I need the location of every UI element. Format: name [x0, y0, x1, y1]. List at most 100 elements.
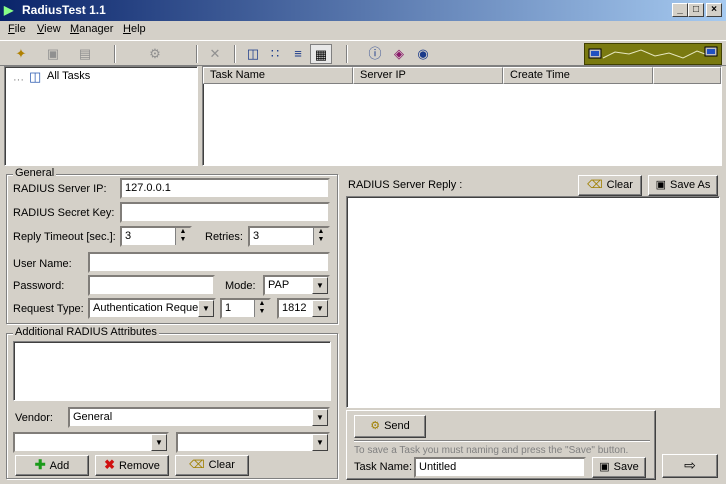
tree-connector: ···: [13, 74, 24, 86]
add-button-label: Add: [49, 460, 70, 472]
exit-icon: ⇨: [684, 457, 696, 473]
server-ip-label: RADIUS Server IP:: [13, 183, 107, 195]
minimize-button[interactable]: _: [672, 3, 688, 17]
vendor-select[interactable]: General ▼: [68, 407, 330, 428]
reply-clear-button[interactable]: ⌫ Clear: [578, 175, 642, 196]
column-create-time[interactable]: Create Time: [503, 67, 653, 84]
send-icon: ⚙: [370, 420, 381, 432]
maximize-button[interactable]: □: [688, 3, 704, 17]
request-type-label: Request Type:: [13, 303, 84, 315]
server-ip-input[interactable]: 127.0.0.1: [120, 178, 330, 199]
mode-value: PAP: [268, 279, 290, 291]
retries-input[interactable]: 3 ▲ ▼: [248, 226, 330, 247]
column-task-name[interactable]: Task Name: [203, 67, 353, 84]
port-select[interactable]: 1812 ▼: [277, 298, 330, 319]
reply-clear-button-label: Clear: [606, 179, 633, 191]
window-title: RadiusTest 1.1: [22, 3, 106, 17]
exit-button[interactable]: ⇨: [662, 454, 718, 478]
request-type-select[interactable]: Authentication Reques ▼: [88, 298, 216, 319]
vendor-label: Vendor:: [15, 412, 53, 424]
attribute-value-select[interactable]: ▼: [176, 432, 330, 453]
list-view-icon[interactable]: ≡: [287, 44, 309, 64]
network-wave-icon: [588, 46, 718, 59]
title-bar: ▶ RadiusTest 1.1 _ □ ×: [0, 0, 726, 21]
chevron-down-icon[interactable]: ▼: [312, 434, 328, 451]
x-icon: ✖: [104, 457, 115, 472]
folder-icon: ◫: [29, 69, 42, 84]
web-icon[interactable]: ◉: [412, 44, 434, 64]
mode-select[interactable]: PAP ▼: [263, 275, 330, 296]
attr-clear-button[interactable]: ⌫ Clear: [175, 455, 249, 476]
reply-textarea[interactable]: [346, 196, 720, 408]
menu-bar: File View Manager Help: [0, 21, 726, 39]
request-id-value: 1: [225, 302, 232, 314]
task-name-label: Task Name:: [354, 461, 413, 473]
retries-label: Retries:: [205, 231, 243, 243]
toolbar-separator: [196, 45, 198, 63]
send-button-label: Send: [384, 420, 410, 432]
large-icons-view-icon[interactable]: ◫: [242, 44, 264, 64]
app-icon: ▶: [4, 3, 14, 17]
save-button-label: Save: [613, 461, 639, 473]
request-id-spinner[interactable]: ▲ ▼: [254, 300, 269, 317]
task-name-input[interactable]: Untitled: [414, 457, 586, 478]
attribute-select[interactable]: ▼: [13, 432, 169, 453]
reply-timeout-input[interactable]: 3 ▲ ▼: [120, 226, 192, 247]
task-tree[interactable]: ··· ◫ All Tasks: [4, 66, 198, 166]
menu-view[interactable]: View: [37, 23, 61, 35]
chevron-down-icon[interactable]: ▼: [312, 409, 328, 426]
user-name-input[interactable]: [88, 252, 330, 273]
menu-file[interactable]: File: [8, 23, 26, 35]
open-task-icon[interactable]: ▣: [42, 44, 64, 64]
user-name-label: User Name:: [13, 258, 72, 270]
close-button[interactable]: ×: [706, 3, 722, 17]
toolbar: ✦ ▣ ▤ ⚙ ✕ ◫ ∷ ≡ ▦ ⓘ ◈ ◉: [0, 40, 726, 66]
new-task-icon[interactable]: ✦: [10, 44, 32, 64]
eraser-icon: ⌫: [587, 179, 603, 191]
remove-button-label: Remove: [118, 460, 160, 472]
tree-item-all-tasks[interactable]: All Tasks: [47, 70, 90, 82]
menu-manager[interactable]: Manager: [70, 23, 113, 35]
request-id-input[interactable]: 1 ▲ ▼: [220, 298, 271, 319]
remove-button[interactable]: ✖ Remove: [95, 455, 169, 476]
save-button[interactable]: ▣ Save: [592, 457, 646, 478]
column-server-ip[interactable]: Server IP: [353, 67, 503, 84]
send-task-icon[interactable]: ⚙: [144, 44, 166, 64]
help-book-icon[interactable]: ◈: [388, 44, 410, 64]
save-as-button[interactable]: ▣ Save As: [648, 175, 718, 196]
secret-key-label: RADIUS Secret Key:: [13, 207, 115, 219]
password-input[interactable]: [88, 275, 215, 296]
secret-key-input[interactable]: [120, 202, 330, 223]
toolbar-separator: [114, 45, 116, 63]
request-type-value: Authentication Reques: [93, 302, 204, 314]
reply-timeout-label: Reply Timeout [sec.]:: [13, 231, 116, 243]
mode-label: Mode:: [225, 280, 256, 292]
retries-spinner[interactable]: ▲ ▼: [313, 228, 328, 245]
send-button[interactable]: ⚙ Send: [354, 415, 426, 438]
floppy-icon: ▣: [599, 461, 610, 473]
chevron-down-icon[interactable]: ▼: [312, 300, 328, 317]
attributes-list[interactable]: [13, 341, 331, 401]
menu-help[interactable]: Help: [123, 23, 146, 35]
toolbar-separator: [234, 45, 236, 63]
divider: [354, 440, 650, 442]
details-view-icon[interactable]: ▦: [310, 44, 332, 64]
chevron-down-icon[interactable]: ▼: [151, 434, 167, 451]
chevron-down-icon[interactable]: ▼: [312, 277, 328, 294]
chevron-down-icon[interactable]: ▼: [198, 300, 214, 317]
reply-timeout-spinner[interactable]: ▲ ▼: [175, 228, 190, 245]
password-label: Password:: [13, 280, 65, 292]
retries-value: 3: [253, 230, 260, 242]
port-value: 1812: [282, 302, 307, 314]
small-icons-view-icon[interactable]: ∷: [264, 44, 286, 64]
save-task-icon[interactable]: ▤: [74, 44, 96, 64]
add-button[interactable]: ✚ Add: [15, 455, 89, 476]
about-icon[interactable]: ⓘ: [364, 44, 386, 64]
task-list[interactable]: Task Name Server IP Create Time: [202, 66, 722, 166]
column-filler: [653, 67, 721, 84]
general-legend: General: [13, 167, 57, 179]
vendor-value: General: [73, 411, 113, 423]
network-banner: [584, 43, 722, 65]
eraser-icon: ⌫: [189, 459, 205, 471]
delete-icon[interactable]: ✕: [204, 44, 226, 64]
